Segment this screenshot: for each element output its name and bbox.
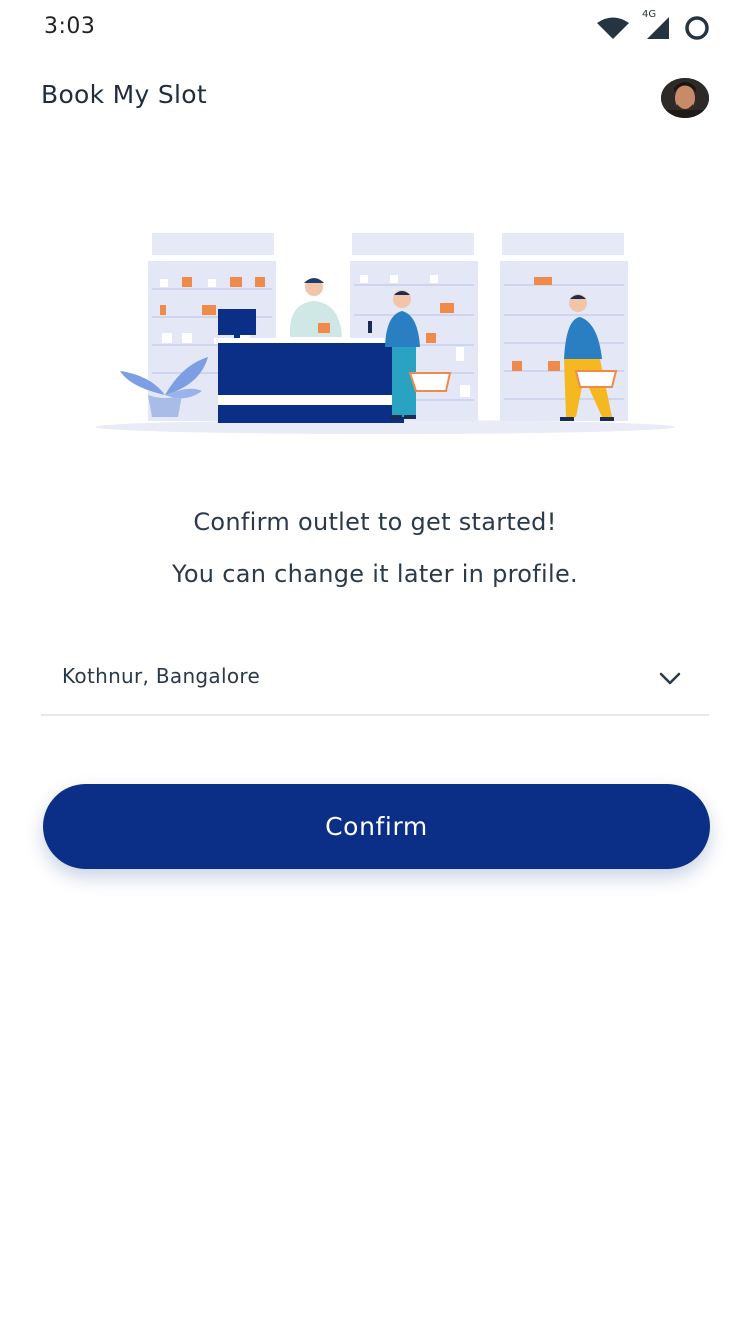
outlet-selected-value: Kothnur, Bangalore	[62, 664, 261, 688]
pharmacy-store-illustration	[90, 225, 680, 440]
app-title: Book My Slot	[41, 80, 207, 109]
prompt-line-2: You can change it later in profile.	[172, 560, 578, 588]
data-saver-icon	[685, 16, 709, 40]
outlet-dropdown[interactable]: Kothnur, Bangalore	[41, 650, 709, 716]
status-bar: 3:03 4G	[0, 0, 750, 56]
profile-avatar[interactable]	[661, 78, 709, 118]
prompt-line-1: Confirm outlet to get started!	[193, 508, 557, 536]
app-header: Book My Slot	[0, 70, 750, 126]
chevron-down-icon	[659, 672, 681, 685]
status-time: 3:03	[44, 14, 96, 39]
wifi-icon	[597, 17, 629, 39]
status-icons: 4G	[596, 9, 710, 42]
cellular-signal-icon: 4G	[642, 9, 670, 41]
confirm-button[interactable]: Confirm	[43, 784, 710, 869]
